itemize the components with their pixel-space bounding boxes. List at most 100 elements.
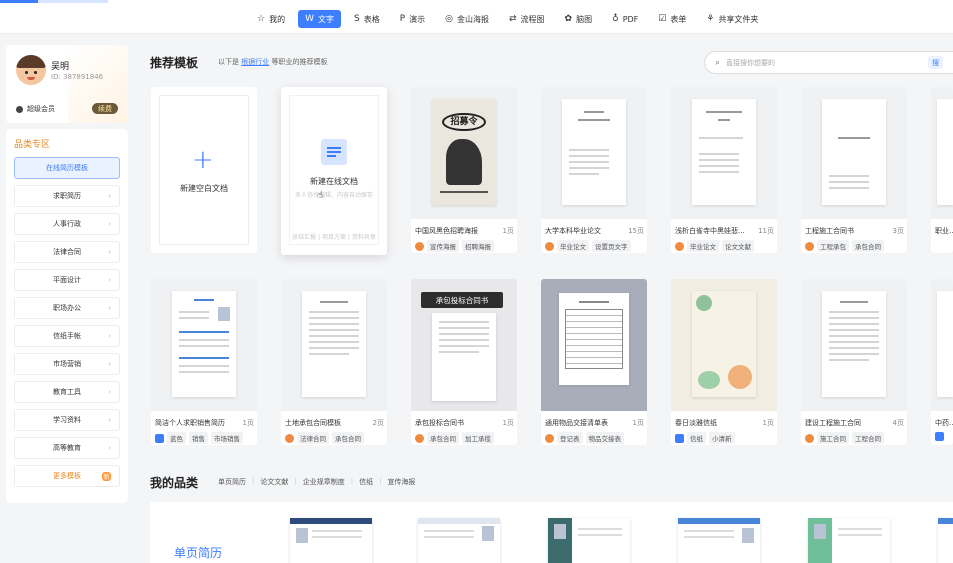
template-tags: 登记表 物品交接表: [545, 432, 624, 444]
avatar[interactable]: [16, 55, 46, 85]
tab-papers[interactable]: 论文文献: [260, 477, 288, 487]
nav-poster[interactable]: ◎ 金山海报: [438, 10, 496, 28]
nav-mine[interactable]: ☆ 我的: [250, 10, 292, 28]
nav-shared-folder[interactable]: ⚘ 共享文件夹: [699, 10, 765, 28]
template-type-icon: [285, 433, 294, 443]
renew-button[interactable]: 续费: [92, 103, 118, 114]
template-card[interactable]: 建设工程施工合同 4页 施工合同 工程合同: [801, 279, 907, 445]
my-categories-tabs: 单页简历 | 论文文献 | 企业规章制度 | 信纸 | 宣传海报: [218, 477, 416, 487]
template-thumbnail: [562, 99, 626, 205]
more-templates-button[interactable]: 更多模板新: [14, 465, 120, 487]
template-banner: 承包投标合同书: [421, 292, 503, 308]
template-name: 中国风黑色招聘海报: [415, 227, 478, 235]
chevron-right-icon: ›: [108, 332, 111, 340]
template-thumbnail: [432, 313, 496, 401]
user-id: ID: 387891846: [51, 73, 104, 81]
template-pages: 15页: [628, 227, 644, 235]
nav-presentation[interactable]: P 演示: [393, 10, 432, 28]
online-doc-hint-2: 总结汇报 | 项目方案 | 资料共享: [292, 234, 376, 241]
tab-letter-paper[interactable]: 信纸: [359, 477, 373, 487]
nav-writer[interactable]: W 文字: [298, 10, 341, 28]
category-item[interactable]: 平面设计 ›: [14, 269, 120, 291]
nav-pdf[interactable]: ♁ PDF: [605, 10, 645, 28]
category-item[interactable]: 在线简历模板: [14, 157, 120, 179]
form-icon: ☑: [658, 13, 667, 24]
template-card[interactable]: 春日淡雅信纸 1页 信纸 小清新: [671, 279, 777, 445]
category-item[interactable]: 教育工具 ›: [14, 381, 120, 403]
category-item[interactable]: 求职简历 ›: [14, 185, 120, 207]
template-pages: 1页: [762, 419, 774, 427]
chevron-right-icon: ›: [108, 444, 111, 452]
resume-thumbnail[interactable]: [938, 518, 953, 563]
category-item[interactable]: 人事行政 ›: [14, 213, 120, 235]
template-tags: 蓝色 销售 市场销售: [155, 432, 243, 444]
industry-link[interactable]: 根据行业: [241, 58, 269, 66]
app-nav: ☆ 我的 W 文字 S 表格 P 演示 ◎ 金山海报 ⇄ 流程图 ✿ 脑图 ♁ PDF ☑ 表单 …: [250, 10, 765, 28]
template-tags: [935, 432, 944, 441]
new-blank-doc-card[interactable]: + 新建空白文档: [151, 87, 257, 253]
template-pages: 1页: [502, 419, 514, 427]
template-type-icon: [545, 241, 554, 251]
category-item[interactable]: 市场营销 ›: [14, 353, 120, 375]
hand-cursor-icon: ☝: [317, 190, 324, 201]
template-pages: 1页: [242, 419, 254, 427]
resume-thumbnail[interactable]: [548, 518, 630, 563]
search-icon: ⌕: [715, 57, 721, 68]
category-item[interactable]: 法律合同 ›: [14, 241, 120, 263]
category-item[interactable]: 职场办公 ›: [14, 297, 120, 319]
tab-indicator-light: [38, 0, 108, 3]
template-tags: 施工合同 工程合同: [805, 432, 884, 444]
template-card[interactable]: 土地承包合同模板 2页 法律合同 承包合同: [281, 279, 387, 445]
template-pages: 3页: [892, 227, 904, 235]
nav-mindmap[interactable]: ✿ 脑图: [558, 10, 600, 28]
category-item[interactable]: 学习资料 ›: [14, 409, 120, 431]
nav-form[interactable]: ☑ 表单: [651, 10, 693, 28]
resume-thumbnail[interactable]: [808, 518, 890, 563]
template-thumbnail: [937, 291, 953, 397]
resume-thumbnail[interactable]: [290, 518, 372, 563]
template-tags: 毕业论文 设置页文字: [545, 240, 631, 252]
resume-thumbnail[interactable]: [678, 518, 760, 563]
user-name: 吴明: [51, 62, 70, 72]
nav-spreadsheet[interactable]: S 表格: [347, 10, 387, 28]
template-name: 职业...: [935, 227, 953, 235]
template-tags: 信纸 小清新: [675, 432, 735, 444]
template-card[interactable]: 职业...: [931, 87, 953, 253]
mindmap-icon: ✿: [564, 13, 573, 24]
template-thumbnail: [822, 291, 886, 397]
template-card[interactable]: 工程施工合同书 3页 工程承包 承包合同: [801, 87, 907, 253]
template-name: 中药...: [935, 419, 953, 427]
poster-title: 招募令: [442, 113, 486, 131]
category-item[interactable]: 高等教育 ›: [14, 437, 120, 459]
template-card[interactable]: 简洁个人求职销售简历 1页 蓝色 销售 市场销售: [151, 279, 257, 445]
template-type-icon: [675, 241, 684, 251]
template-name: 大学本科毕业论文: [545, 227, 601, 235]
template-card[interactable]: 通用物品交接清单表 1页 登记表 物品交接表: [541, 279, 647, 445]
template-card[interactable]: 浅析白雀寺中黑娃悲... 11页 毕业论文 论文文献: [671, 87, 777, 253]
resume-thumbnail[interactable]: [418, 518, 500, 563]
template-tags: 宣传海报 招聘海报: [415, 240, 494, 252]
star-icon: ☆: [257, 13, 266, 24]
search-button[interactable]: 搜: [928, 56, 943, 69]
template-type-icon: [545, 433, 554, 443]
template-name: 土地承包合同模板: [285, 419, 341, 427]
nav-flowchart[interactable]: ⇄ 流程图: [502, 10, 552, 28]
tab-single-resume[interactable]: 单页简历: [218, 477, 246, 487]
template-pages: 11页: [758, 227, 774, 235]
template-card[interactable]: 承包投标合同书 承包投标合同书 1页 承包合同 加工承揽: [411, 279, 517, 445]
category-item[interactable]: 信纸手帐 ›: [14, 325, 120, 347]
chevron-right-icon: ›: [108, 416, 111, 424]
category-title: 品类专区: [14, 140, 51, 150]
pdf-icon: ♁: [612, 13, 619, 24]
template-card[interactable]: 大学本科毕业论文 15页 毕业论文 设置页文字: [541, 87, 647, 253]
new-online-doc-card[interactable]: 新建在线文档 多人协作编辑，内容自动保存 ☝ 总结汇报 | 项目方案 | 资料共…: [281, 87, 387, 255]
template-card[interactable]: 招募令 中国风黑色招聘海报 1页 宣传海报 招聘海报: [411, 87, 517, 253]
page-subtitle: 以下是 根据行业 等职业的推荐模板: [218, 58, 328, 66]
new-badge: 新: [102, 471, 111, 481]
template-card[interactable]: 中药...: [931, 279, 953, 445]
spreadsheet-icon: S: [353, 13, 360, 24]
tab-company-rules[interactable]: 企业规章制度: [303, 477, 345, 487]
template-pages: 2页: [372, 419, 384, 427]
search-input[interactable]: ⌕ 直接搜你想要的 搜: [704, 51, 953, 74]
tab-posters[interactable]: 宣传海报: [387, 477, 415, 487]
